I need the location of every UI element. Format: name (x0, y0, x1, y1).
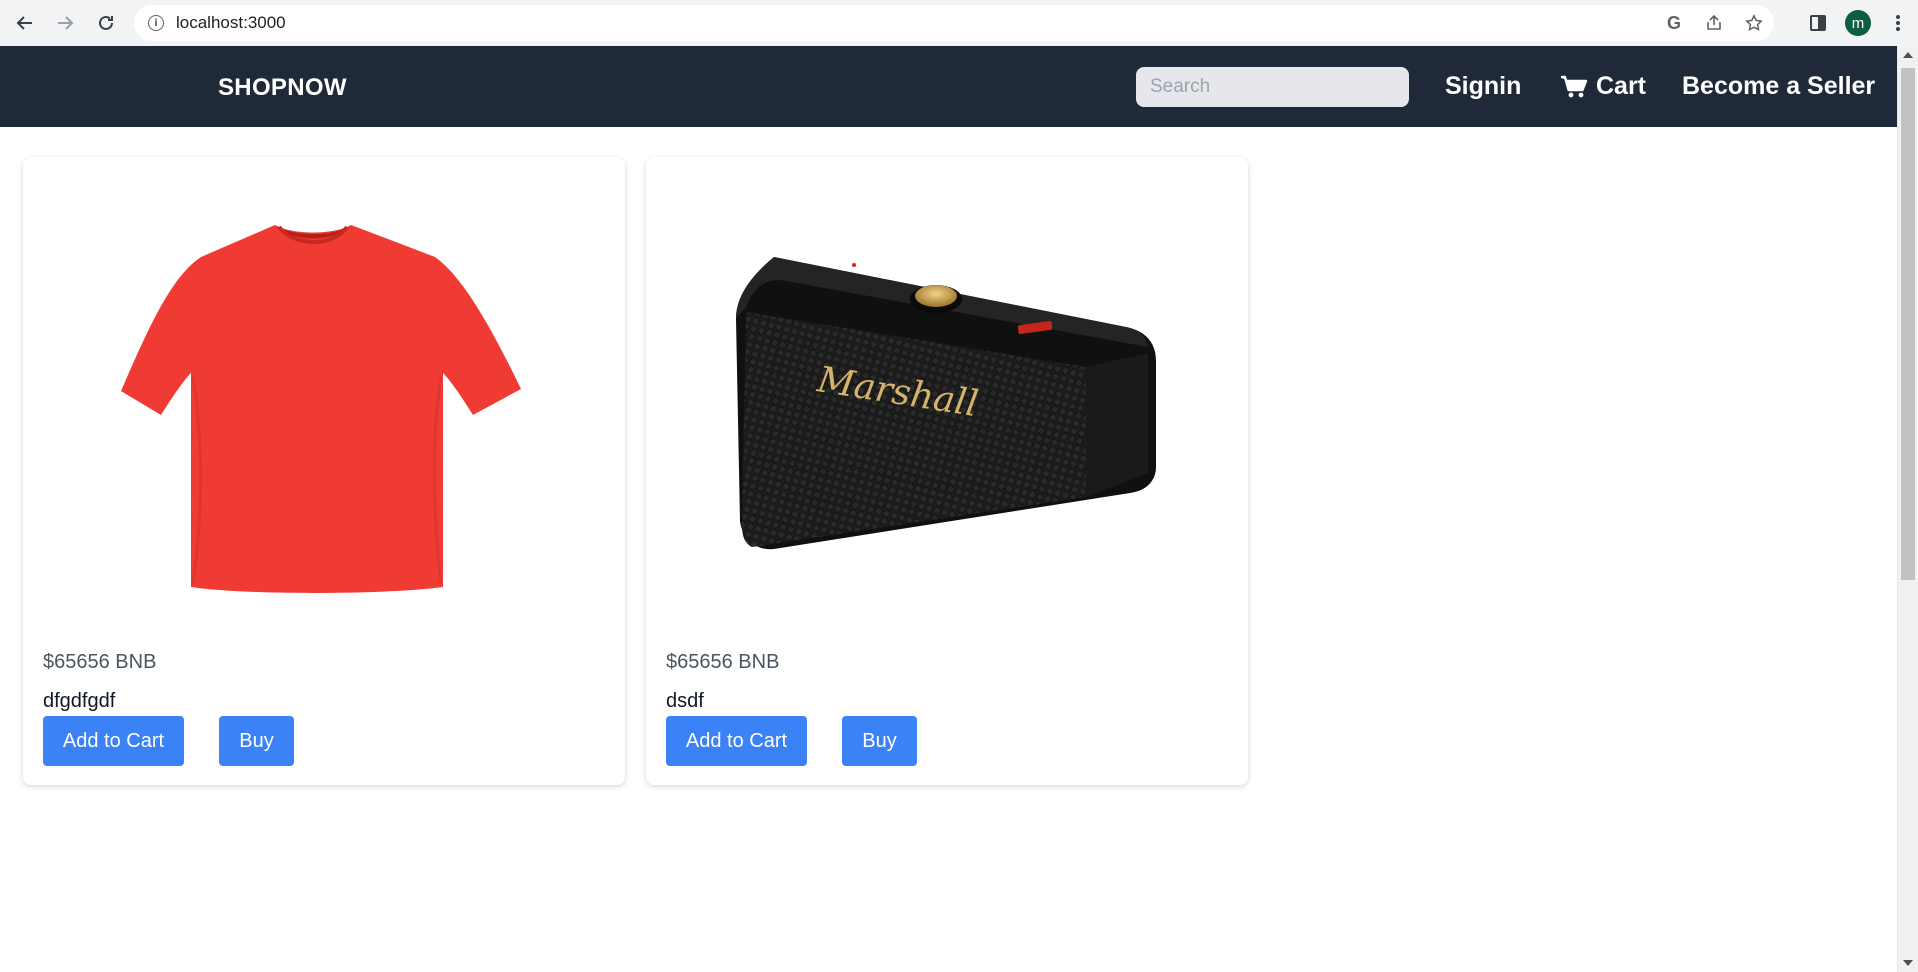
cart-link[interactable]: Cart (1560, 72, 1646, 101)
product-name: dsdf (666, 690, 704, 712)
product-price: $65656 BNB (666, 651, 780, 673)
app-header: SHOPNOW Signin Cart Become a Seller (0, 46, 1897, 127)
browser-toolbar: i localhost:3000 G m (0, 0, 1918, 46)
bookmark-star-icon[interactable] (1734, 14, 1774, 32)
product-card: Marshall $65656 BNB dsdf Add to Cart Buy (646, 157, 1248, 785)
side-panel-icon[interactable] (1798, 15, 1838, 31)
scroll-down-icon[interactable] (1903, 960, 1913, 966)
menu-dots-icon[interactable] (1878, 14, 1918, 32)
brand-logo[interactable]: SHOPNOW (218, 74, 347, 102)
site-info-icon[interactable]: i (148, 15, 164, 31)
add-to-cart-button[interactable]: Add to Cart (666, 716, 807, 766)
avatar[interactable]: m (1838, 10, 1878, 36)
url-text[interactable]: localhost:3000 (176, 13, 286, 33)
page-scrollbar[interactable] (1897, 46, 1918, 972)
search-input[interactable] (1136, 67, 1409, 107)
scroll-up-icon[interactable] (1903, 52, 1913, 58)
address-bar[interactable]: i localhost:3000 G (134, 5, 1774, 41)
add-to-cart-button[interactable]: Add to Cart (43, 716, 184, 766)
product-price: $65656 BNB (43, 651, 157, 673)
become-seller-link[interactable]: Become a Seller (1682, 72, 1875, 101)
back-icon[interactable] (5, 3, 45, 43)
product-name: dfgdfgdf (43, 690, 116, 712)
cart-label: Cart (1596, 72, 1647, 100)
scrollbar-thumb[interactable] (1901, 68, 1915, 580)
forward-icon[interactable] (45, 3, 85, 43)
product-card: $65656 BNB dfgdfgdf Add to Cart Buy (23, 157, 625, 785)
reload-icon[interactable] (86, 3, 126, 43)
cart-icon (1561, 75, 1588, 97)
google-icon[interactable]: G (1654, 13, 1694, 34)
product-image-red-tshirt[interactable] (43, 177, 605, 607)
product-image-black-speaker[interactable]: Marshall (666, 177, 1228, 607)
buy-button[interactable]: Buy (219, 716, 294, 766)
signin-link[interactable]: Signin (1445, 72, 1521, 101)
buy-button[interactable]: Buy (842, 716, 917, 766)
share-icon[interactable] (1694, 14, 1734, 32)
